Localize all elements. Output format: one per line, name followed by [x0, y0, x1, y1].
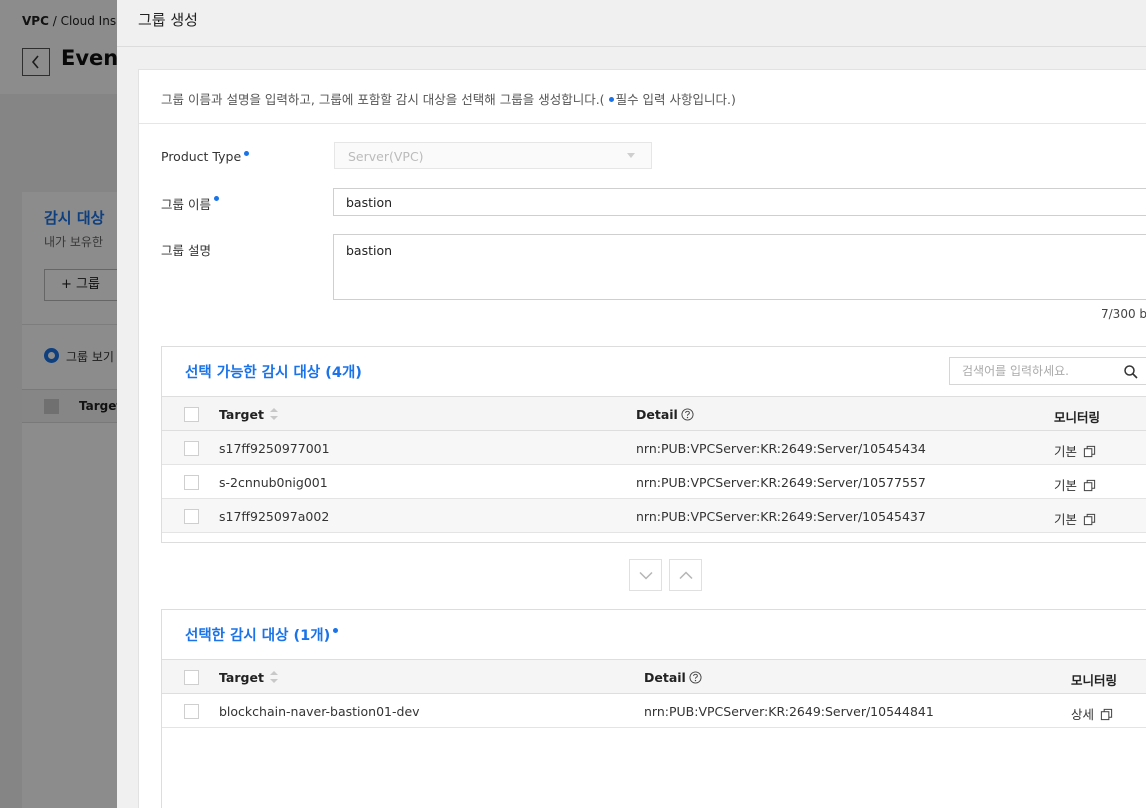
row-checkbox[interactable]	[184, 475, 199, 490]
copy-icon[interactable]	[1083, 445, 1096, 458]
selected-targets-panel: 선택한 감시 대상 (1개) Target Detail 모니터링 blockc…	[161, 609, 1146, 808]
group-desc-textarea[interactable]: bastion	[333, 234, 1146, 300]
intro-text: 그룹 이름과 설명을 입력하고, 그룹에 포함할 감시 대상을 선택해 그룹을 …	[161, 89, 736, 108]
help-icon[interactable]	[681, 408, 694, 421]
monitoring-text: 기본	[1054, 512, 1078, 527]
product-type-select: Server(VPC)	[334, 142, 652, 169]
sort-icon[interactable]	[269, 670, 279, 684]
intro-suffix: 필수 입력 사항입니다.)	[615, 92, 736, 107]
copy-icon[interactable]	[1083, 479, 1096, 492]
row-detail: nrn:PUB:VPCServer:KR:2649:Server/1054543…	[636, 441, 926, 456]
available-targets-panel: 선택 가능한 감시 대상 (4개) Target Detail 모니터링 s17…	[161, 346, 1146, 543]
column-header-target[interactable]: Target	[219, 407, 264, 422]
copy-icon[interactable]	[1100, 708, 1113, 721]
row-checkbox[interactable]	[184, 441, 199, 456]
drawer-title: 그룹 생성	[138, 11, 198, 29]
row-monitoring: 기본	[1054, 475, 1096, 494]
row-target: s17ff925097a002	[219, 509, 330, 524]
group-create-drawer: 그룹 생성 그룹 이름과 설명을 입력하고, 그룹에 포함할 감시 대상을 선택…	[117, 0, 1146, 808]
selected-table-header: Target Detail 모니터링	[162, 659, 1146, 694]
available-targets-title: 선택 가능한 감시 대상 (4개)	[185, 365, 362, 381]
select-all-checkbox[interactable]	[184, 670, 199, 685]
monitoring-text: 상세	[1071, 707, 1095, 722]
required-dot-icon	[244, 151, 250, 156]
row-monitoring: 상세	[1071, 704, 1113, 723]
monitoring-text: 기본	[1054, 478, 1078, 493]
group-name-label-text: 그룹 이름	[161, 197, 211, 212]
drawer-body: 그룹 이름과 설명을 입력하고, 그룹에 포함할 감시 대상을 선택해 그룹을 …	[138, 69, 1146, 808]
required-dot-icon	[608, 97, 614, 102]
sort-icon[interactable]	[269, 407, 279, 421]
intro-prefix: 그룹 이름과 설명을 입력하고, 그룹에 포함할 감시 대상을 선택해 그룹을 …	[161, 92, 605, 107]
selected-targets-title: 선택한 감시 대상 (1개)	[185, 624, 339, 645]
table-row[interactable]: s17ff9250977001 nrn:PUB:VPCServer:KR:264…	[162, 431, 1146, 465]
intro-section: 그룹 이름과 설명을 입력하고, 그룹에 포함할 감시 대상을 선택해 그룹을 …	[139, 70, 1146, 124]
row-checkbox[interactable]	[184, 509, 199, 524]
column-header-detail: Detail	[636, 407, 694, 422]
search-icon[interactable]	[1123, 364, 1139, 380]
available-table-header: Target Detail 모니터링	[162, 396, 1146, 431]
table-row[interactable]: blockchain-naver-bastion01-dev nrn:PUB:V…	[162, 694, 1146, 728]
select-all-checkbox[interactable]	[184, 407, 199, 422]
row-monitoring: 기본	[1054, 509, 1096, 528]
chevron-down-icon	[638, 571, 653, 580]
detail-header-text: Detail	[636, 407, 678, 422]
column-header-detail: Detail	[644, 670, 702, 685]
row-checkbox[interactable]	[184, 704, 199, 719]
group-name-input[interactable]: bastion	[333, 188, 1146, 216]
row-detail: nrn:PUB:VPCServer:KR:2649:Server/1054543…	[636, 509, 926, 524]
caret-down-icon	[627, 153, 635, 158]
required-dot-icon	[213, 196, 219, 201]
row-target: s17ff9250977001	[219, 441, 330, 456]
row-monitoring: 기본	[1054, 441, 1096, 460]
move-up-button[interactable]	[669, 559, 702, 591]
column-header-monitoring: 모니터링	[1071, 673, 1118, 688]
row-target: s-2cnnub0nig001	[219, 475, 328, 490]
drawer-header: 그룹 생성	[117, 0, 1146, 47]
move-down-button[interactable]	[629, 559, 662, 591]
required-dot-icon	[333, 628, 339, 633]
chevron-up-icon	[678, 570, 693, 579]
product-type-label-text: Product Type	[161, 149, 242, 164]
char-count: 7/300 b	[1101, 307, 1146, 321]
product-type-label: Product Type	[161, 149, 250, 164]
search-box	[949, 357, 1146, 385]
monitoring-text: 기본	[1054, 444, 1078, 459]
group-desc-label: 그룹 설명	[161, 243, 211, 258]
copy-icon[interactable]	[1083, 513, 1096, 526]
product-type-value: Server(VPC)	[348, 149, 424, 164]
row-detail: nrn:PUB:VPCServer:KR:2649:Server/1054484…	[644, 704, 934, 719]
row-target: blockchain-naver-bastion01-dev	[219, 704, 420, 719]
column-header-target[interactable]: Target	[219, 670, 264, 685]
detail-header-text: Detail	[644, 670, 686, 685]
help-icon[interactable]	[689, 671, 702, 684]
search-input[interactable]	[950, 358, 1110, 384]
table-row[interactable]: s17ff925097a002 nrn:PUB:VPCServer:KR:264…	[162, 499, 1146, 533]
selected-title-text: 선택한 감시 대상 (1개)	[185, 628, 331, 644]
group-name-label: 그룹 이름	[161, 194, 219, 213]
column-header-monitoring: 모니터링	[1054, 410, 1101, 425]
table-row[interactable]: s-2cnnub0nig001 nrn:PUB:VPCServer:KR:264…	[162, 465, 1146, 499]
row-detail: nrn:PUB:VPCServer:KR:2649:Server/1057755…	[636, 475, 926, 490]
